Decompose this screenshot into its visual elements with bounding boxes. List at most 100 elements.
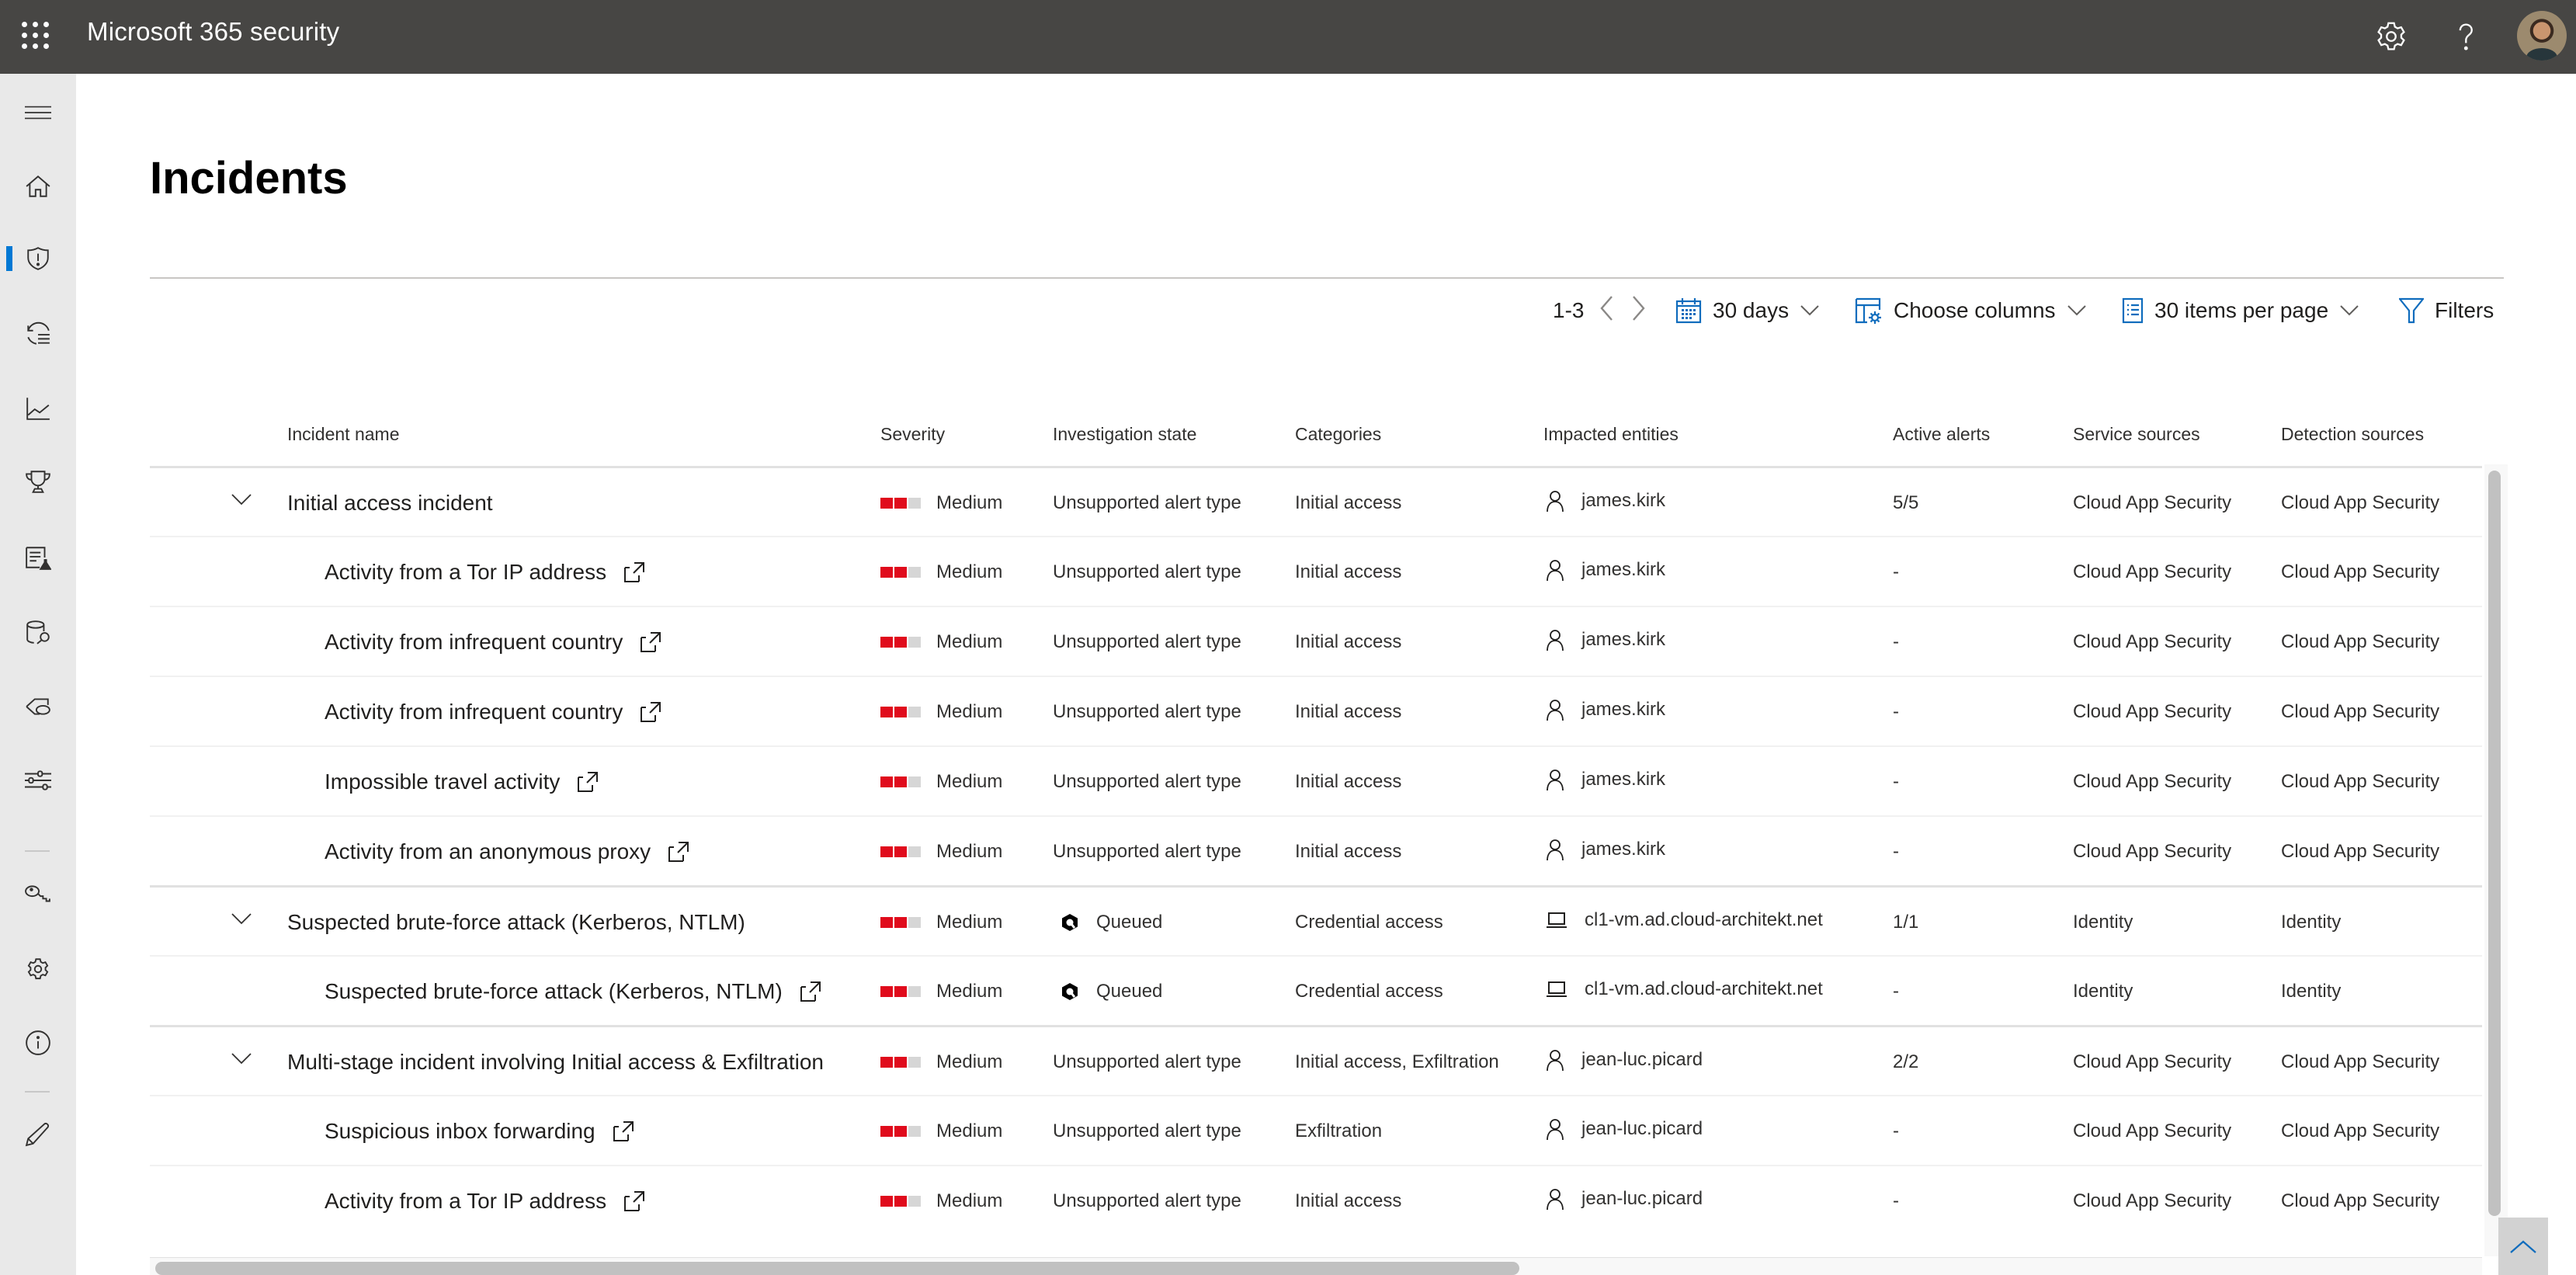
incident-row[interactable]: Initial access incident Medium Unsupported… xyxy=(150,466,2482,536)
column-header-impacted-entities[interactable]: Impacted entities xyxy=(1543,424,1679,445)
incident-row[interactable]: Multi-stage incident involving Initial a… xyxy=(150,1025,2482,1095)
incident-row[interactable]: Suspected brute-force attack (Kerberos, … xyxy=(150,885,2482,955)
collapse-button[interactable] xyxy=(227,888,255,950)
column-header-service-sources[interactable]: Service sources xyxy=(2073,424,2200,445)
entity-name[interactable]: james.kirk xyxy=(1581,769,1665,790)
entity-name[interactable]: james.kirk xyxy=(1581,699,1665,721)
impacted-entities-cell[interactable]: james.kirk xyxy=(1546,675,1665,745)
open-in-new-icon[interactable] xyxy=(800,981,821,1002)
alert-row[interactable]: Suspicious inbox forwarding Medium Unsuppo… xyxy=(150,1095,2482,1165)
collapse-button[interactable] xyxy=(227,468,255,530)
alert-row[interactable]: Impossible travel activity Medium Unsuppor… xyxy=(150,745,2482,815)
open-in-new-icon[interactable] xyxy=(623,1190,645,1212)
alert-row[interactable]: Activity from an anonymous proxy Medium Un… xyxy=(150,815,2482,885)
column-header-categories[interactable]: Categories xyxy=(1295,424,1381,445)
scroll-to-top-button[interactable] xyxy=(2498,1218,2548,1275)
sidebar-item-settings[interactable] xyxy=(0,942,76,996)
sidebar-item-more-resources[interactable] xyxy=(0,1016,76,1070)
sidebar-item-customize[interactable] xyxy=(0,1107,76,1161)
impacted-entities-cell[interactable]: james.kirk xyxy=(1546,605,1665,675)
alert-name[interactable]: Activity from an anonymous proxy xyxy=(325,839,651,864)
entity-name[interactable]: james.kirk xyxy=(1581,559,1665,581)
incident-name-cell[interactable]: Activity from an anonymous proxy xyxy=(325,817,689,887)
alert-name[interactable]: Activity from infrequent country xyxy=(325,700,623,724)
column-header-severity[interactable]: Severity xyxy=(880,424,945,445)
sidebar-item-home[interactable] xyxy=(0,159,76,214)
avatar[interactable] xyxy=(2517,11,2567,61)
incident-name-cell[interactable]: Initial access incident xyxy=(287,468,493,538)
alert-name[interactable]: Impossible travel activity xyxy=(325,770,560,794)
time-range-dropdown[interactable]: 30 days xyxy=(1675,289,1820,332)
alert-row[interactable]: Suspected brute-force attack (Kerberos, … xyxy=(150,955,2482,1025)
alert-row[interactable]: Activity from a Tor IP address Medium Unsu… xyxy=(150,1165,2482,1235)
column-header-investigation-state[interactable]: Investigation state xyxy=(1053,424,1196,445)
sidebar-item-labels[interactable] xyxy=(0,679,76,734)
sidebar-item-classification[interactable] xyxy=(0,605,76,659)
waffle-icon[interactable] xyxy=(22,22,50,50)
alert-name[interactable]: Activity from a Tor IP address xyxy=(325,1189,606,1214)
entity-name[interactable]: jean-luc.picard xyxy=(1581,1118,1703,1140)
incident-name[interactable]: Initial access incident xyxy=(287,491,493,516)
horizontal-scrollbar-thumb[interactable] xyxy=(155,1262,1519,1275)
help-icon[interactable] xyxy=(2448,19,2484,54)
filters-button[interactable]: Filters xyxy=(2399,289,2494,332)
items-per-page-dropdown[interactable]: 30 items per page xyxy=(2122,289,2359,332)
impacted-entities-cell[interactable]: jean-luc.picard xyxy=(1546,1094,1703,1164)
open-in-new-icon[interactable] xyxy=(577,771,599,793)
alert-row[interactable]: Activity from infrequent country Medium Un… xyxy=(150,676,2482,745)
impacted-entities-cell[interactable]: james.kirk xyxy=(1546,535,1665,605)
impacted-entities-cell[interactable]: james.kirk xyxy=(1546,466,1665,536)
impacted-entities-cell[interactable]: jean-luc.picard xyxy=(1546,1025,1703,1095)
column-header-active-alerts[interactable]: Active alerts xyxy=(1893,424,1990,445)
entity-name[interactable]: cl1-vm.ad.cloud-architekt.net xyxy=(1585,909,1823,931)
column-header-incident-name[interactable]: Incident name xyxy=(287,424,399,445)
sidebar-item-reports[interactable] xyxy=(0,381,76,436)
incident-name-cell[interactable]: Activity from a Tor IP address xyxy=(325,537,645,607)
entity-name[interactable]: jean-luc.picard xyxy=(1581,1188,1703,1210)
gear-icon[interactable] xyxy=(2373,19,2409,54)
alert-name[interactable]: Suspicious inbox forwarding xyxy=(325,1119,595,1144)
incident-name-cell[interactable]: Suspected brute-force attack (Kerberos, … xyxy=(325,957,821,1027)
incident-name-cell[interactable]: Suspected brute-force attack (Kerberos, … xyxy=(287,888,745,957)
incident-name-cell[interactable]: Suspicious inbox forwarding xyxy=(325,1096,634,1166)
vertical-scrollbar-thumb[interactable] xyxy=(2488,471,2501,1216)
sidebar-item-incidents[interactable] xyxy=(0,231,76,286)
app-title[interactable]: Microsoft 365 security xyxy=(87,17,339,47)
sidebar-item-permissions[interactable] xyxy=(0,867,76,922)
sidebar-item-menu[interactable] xyxy=(0,85,76,140)
entity-name[interactable]: james.kirk xyxy=(1581,839,1665,860)
collapse-button[interactable] xyxy=(227,1027,255,1089)
entity-name[interactable]: jean-luc.picard xyxy=(1581,1049,1703,1071)
incident-name[interactable]: Multi-stage incident involving Initial a… xyxy=(287,1050,824,1075)
open-in-new-icon[interactable] xyxy=(623,561,645,583)
incident-name-cell[interactable]: Activity from infrequent country xyxy=(325,607,661,677)
entity-name[interactable]: james.kirk xyxy=(1581,490,1665,512)
sidebar-item-policies[interactable] xyxy=(0,753,76,808)
impacted-entities-cell[interactable]: cl1-vm.ad.cloud-architekt.net xyxy=(1546,954,1823,1024)
entity-name[interactable]: james.kirk xyxy=(1581,629,1665,651)
next-page-button[interactable] xyxy=(1629,294,1647,328)
previous-page-button[interactable] xyxy=(1598,294,1616,328)
incident-name-cell[interactable]: Multi-stage incident involving Initial a… xyxy=(287,1027,824,1097)
choose-columns-dropdown[interactable]: Choose columns xyxy=(1855,289,2087,332)
alert-name[interactable]: Activity from infrequent country xyxy=(325,630,623,655)
open-in-new-icon[interactable] xyxy=(613,1120,634,1142)
incident-name-cell[interactable]: Activity from infrequent country xyxy=(325,677,661,747)
column-header-detection-sources[interactable]: Detection sources xyxy=(2281,424,2424,445)
open-in-new-icon[interactable] xyxy=(668,841,689,863)
alert-name[interactable]: Suspected brute-force attack (Kerberos, … xyxy=(325,979,783,1004)
sidebar-item-hunting[interactable] xyxy=(0,530,76,585)
alert-row[interactable]: Activity from infrequent country Medium Un… xyxy=(150,606,2482,676)
impacted-entities-cell[interactable]: james.kirk xyxy=(1546,745,1665,815)
entity-name[interactable]: cl1-vm.ad.cloud-architekt.net xyxy=(1585,978,1823,1000)
incident-name-cell[interactable]: Impossible travel activity xyxy=(325,747,599,817)
open-in-new-icon[interactable] xyxy=(640,701,661,723)
alert-name[interactable]: Activity from a Tor IP address xyxy=(325,560,606,585)
alert-row[interactable]: Activity from a Tor IP address Medium Unsu… xyxy=(150,536,2482,606)
impacted-entities-cell[interactable]: cl1-vm.ad.cloud-architekt.net xyxy=(1546,885,1823,955)
incident-name[interactable]: Suspected brute-force attack (Kerberos, … xyxy=(287,910,745,935)
open-in-new-icon[interactable] xyxy=(640,631,661,653)
impacted-entities-cell[interactable]: jean-luc.picard xyxy=(1546,1164,1703,1234)
sidebar-item-secure-score[interactable] xyxy=(0,454,76,509)
incident-name-cell[interactable]: Activity from a Tor IP address xyxy=(325,1166,645,1236)
